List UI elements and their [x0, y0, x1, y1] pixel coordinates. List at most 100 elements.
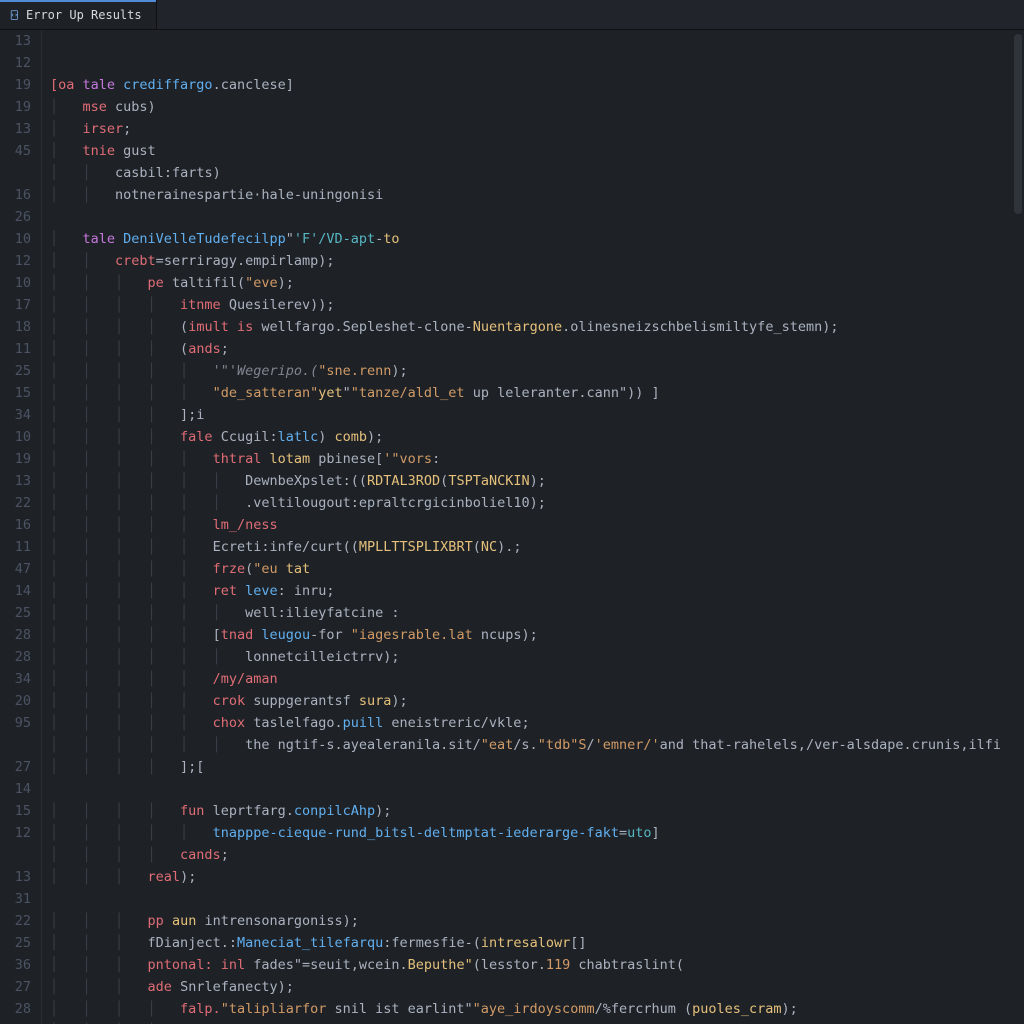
code-token: DeniVelleTudefecilpp [123, 228, 286, 250]
code-line[interactable]: │ │ │ │ │ ret leve: inru; [50, 580, 1024, 602]
code-line[interactable]: │ │ │ │ fun leprtfarg.conpilcAhp); [50, 800, 1024, 822]
code-token: up leleranter [473, 382, 579, 404]
code-line[interactable]: │ │ │ │ itnme Quesilerev)); [50, 294, 1024, 316]
code-line[interactable]: │ │ │ │ │ │ .veltilougout:epraltcrgicinb… [50, 492, 1024, 514]
code-token: . [578, 382, 586, 404]
code-token: ); [180, 866, 196, 888]
code-line[interactable]: │ │ │ fDianject.:Maneciat_tilefarqu:ferm… [50, 932, 1024, 954]
code-token: taslelfago [253, 712, 334, 734]
code-line[interactable] [50, 778, 1024, 800]
code-line[interactable]: │ irser; [50, 118, 1024, 140]
code-token: to [383, 228, 399, 250]
code-token: aun [172, 910, 205, 932]
code-editor[interactable]: 1312191913451626101210171811251534101913… [0, 30, 1024, 1024]
code-token: ).; [497, 536, 521, 558]
code-line[interactable]: │ │ │ │ │ │ DewnbeXpslet:((RDTAL3ROD(TSP… [50, 470, 1024, 492]
code-line[interactable] [50, 888, 1024, 910]
code-line[interactable]: │ │ │ │ │ thtral lotam pbinese['"vors: [50, 448, 1024, 470]
code-line[interactable]: │ │ │ │ │ lm_/ness [50, 514, 1024, 536]
code-token: ] [651, 822, 659, 844]
code-line[interactable]: │ │ │ │ cands; [50, 844, 1024, 866]
line-number: 34 [0, 668, 31, 690]
code-token: ands [188, 338, 221, 360]
code-line[interactable]: │ │ │ │ │ crok suppgerantsf sura); [50, 690, 1024, 712]
code-line[interactable]: │ │ │ │ │ │ well:ilieyfatcine : [50, 602, 1024, 624]
code-token: ; [221, 338, 229, 360]
code-token: ) [148, 96, 156, 118]
code-token: fale [180, 426, 221, 448]
line-number: 16 [0, 184, 31, 206]
code-token: pntonal: [148, 954, 221, 976]
code-area[interactable]: [oa tale crediffargo.canclese]│ mse cubs… [42, 30, 1024, 1024]
line-number: 13 [0, 470, 31, 492]
code-token: puoles_cram [692, 998, 781, 1020]
code-line[interactable]: │ │ │ │ │ /my/aman [50, 668, 1024, 690]
code-line[interactable]: │ │ │ │ falp."talipliarfor snil ist earl… [50, 998, 1024, 1020]
code-line[interactable]: │ mse cubs) [50, 96, 1024, 118]
code-token: irser [83, 118, 124, 140]
code-line[interactable]: │ │ │ │ │ '"'Wegeripo.("sne.renn); [50, 360, 1024, 382]
code-line[interactable]: │ │ │ │ │ │ the ngtif-s.ayealeranila.sit… [50, 734, 1024, 756]
editor-tabbar: Error Up Results [0, 0, 1024, 30]
code-token: :(( [343, 470, 367, 492]
code-line[interactable]: │ │ casbil:farts) [50, 162, 1024, 184]
code-token: ) [213, 162, 221, 184]
code-line[interactable]: │ │ │ │ ];[ [50, 756, 1024, 778]
code-token: : [432, 448, 440, 470]
code-line[interactable]: │ │ │ │ │ tnapppe-cieque-rund_bitsl-delt… [50, 822, 1024, 844]
code-line[interactable]: │ │ │ │ (ands; [50, 338, 1024, 360]
tab-error-up-results[interactable]: Error Up Results [0, 0, 157, 29]
code-token: inru [294, 580, 327, 602]
code-line[interactable]: │ │ notnerainespartie·hale-uningonisi [50, 184, 1024, 206]
line-number: 47 [0, 558, 31, 580]
code-line[interactable]: │ tale DeniVelleTudefecilpp"'F'/VD-apt-t… [50, 228, 1024, 250]
code-line[interactable]: │ tnie gust [50, 140, 1024, 162]
code-line[interactable]: │ │ │ │ │ Ecreti:infe/curt((MPLLTTSPLIXB… [50, 536, 1024, 558]
code-line[interactable]: │ │ │ pntonal: inl fades"=seuit,wcein.Be… [50, 954, 1024, 976]
code-token: MPLLTTSPLIXBRT [359, 536, 473, 558]
code-token: "talipliarfor [221, 998, 335, 1020]
code-token: . [334, 712, 342, 734]
code-token: )) ] [627, 382, 660, 404]
code-line[interactable]: │ │ │ │ phio); [50, 1020, 1024, 1024]
code-token: tale [83, 228, 124, 250]
code-token: [oa [50, 74, 83, 96]
code-token: tat [286, 558, 310, 580]
code-line[interactable]: │ │ │ │ │ chox taslelfago.puill eneistre… [50, 712, 1024, 734]
indent-guide: │ │ │ │ │ [50, 624, 213, 646]
code-token: suppgerantsf [253, 690, 359, 712]
code-line[interactable]: │ │ │ pp aun intrensonargoniss); [50, 910, 1024, 932]
code-token: /s. [513, 734, 537, 756]
code-line[interactable]: │ │ │ pe taltifil("eve); [50, 272, 1024, 294]
line-number: 23 [0, 1020, 31, 1024]
code-line[interactable]: │ │ │ │ │ frze("eu tat [50, 558, 1024, 580]
code-token: phio [180, 1020, 213, 1024]
indent-guide: │ │ │ │ │ │ [50, 602, 245, 624]
code-line[interactable]: │ │ │ │ │ "de_satteran"yet""tanze/aldl_e… [50, 382, 1024, 404]
code-line[interactable] [50, 206, 1024, 228]
code-token: the ngtif-s.ayealeranila.sit/ [245, 734, 481, 756]
line-number: 15 [0, 382, 31, 404]
code-line[interactable]: │ │ │ │ (imult is wellfargo.Sepleshet-cl… [50, 316, 1024, 338]
code-token: latlc [278, 426, 319, 448]
code-line[interactable]: │ │ │ real); [50, 866, 1024, 888]
scrollbar-thumb[interactable] [1014, 34, 1022, 214]
code-line[interactable]: │ │ │ │ │ [tnad leugou-for "iagesrable.l… [50, 624, 1024, 646]
code-line[interactable]: │ │ │ │ │ │ lonnetcilleictrrv); [50, 646, 1024, 668]
code-token: lonnetcilleictrrv [245, 646, 383, 668]
line-number: 17 [0, 294, 31, 316]
code-token: "de_satteran" [213, 382, 319, 404]
indent-guide: │ │ │ │ │ │ [50, 646, 245, 668]
vertical-scrollbar[interactable] [1012, 30, 1024, 1024]
code-line[interactable]: │ │ │ ade Snrlefanecty); [50, 976, 1024, 998]
code-line[interactable]: │ │ │ │ ];i [50, 404, 1024, 426]
code-token: cands [180, 844, 221, 866]
code-token: Ecreti [213, 536, 262, 558]
code-token: : [391, 602, 399, 624]
line-number: 13 [0, 118, 31, 140]
indent-guide: │ │ │ │ [50, 404, 180, 426]
code-line[interactable]: [oa tale crediffargo.canclese] [50, 74, 1024, 96]
code-token: serriragy [164, 250, 237, 272]
code-line[interactable]: │ │ │ │ fale Ccugil:latlc) comb); [50, 426, 1024, 448]
code-line[interactable]: │ │ crebt=serriragy.empirlamp); [50, 250, 1024, 272]
